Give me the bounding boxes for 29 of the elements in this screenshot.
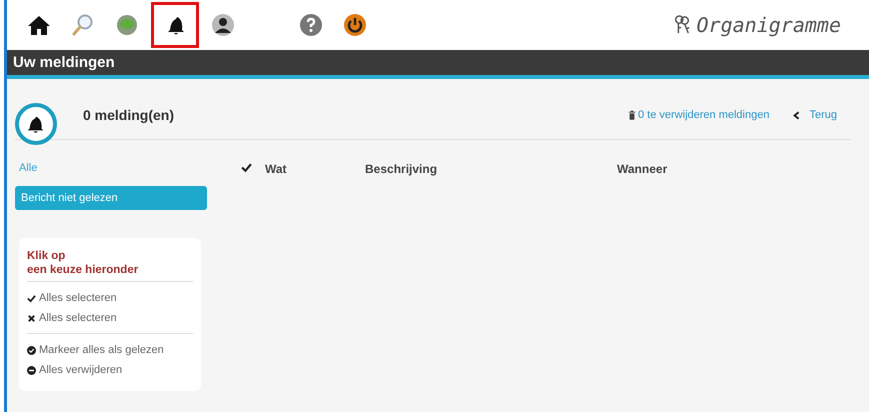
home-icon (27, 13, 51, 37)
toolbar-button[interactable] (151, 2, 199, 48)
chevron-left-icon (793, 110, 802, 120)
card-title: Klik op (27, 250, 66, 262)
bell-badge-icon (15, 103, 57, 145)
trash-icon (628, 110, 636, 120)
column-header: Wat (265, 162, 288, 176)
cross-icon (27, 314, 36, 322)
circle-check-icon (27, 346, 36, 354)
card-title: een keuze hieronder (27, 264, 140, 276)
search-icon (71, 13, 95, 37)
action-item[interactable]: Markeer alles als gelezen (27, 342, 193, 358)
notification-count: 0 melding(en) (83, 107, 174, 123)
action-item[interactable]: Alles selecteren (27, 290, 193, 306)
checkmark-icon (27, 294, 36, 302)
power-icon (343, 13, 367, 37)
help-icon (299, 13, 323, 37)
keys-icon (672, 14, 690, 36)
action-item[interactable]: Alles selecteren (27, 310, 193, 326)
checkmark-icon (241, 162, 252, 173)
brand-name: Organigramme (696, 13, 841, 37)
column-header: Beschrijving (365, 162, 438, 176)
circle-minus-icon (27, 366, 36, 374)
back-link[interactable]: Terug (793, 109, 837, 121)
action-item[interactable]: Alles verwijderen (27, 362, 193, 378)
column-header: Wanneer (617, 162, 668, 176)
user-icon (211, 13, 235, 37)
delete-notifications-link[interactable]: 0 te verwijderen meldingen (628, 109, 770, 121)
page-title: Uw meldingen (13, 54, 115, 71)
